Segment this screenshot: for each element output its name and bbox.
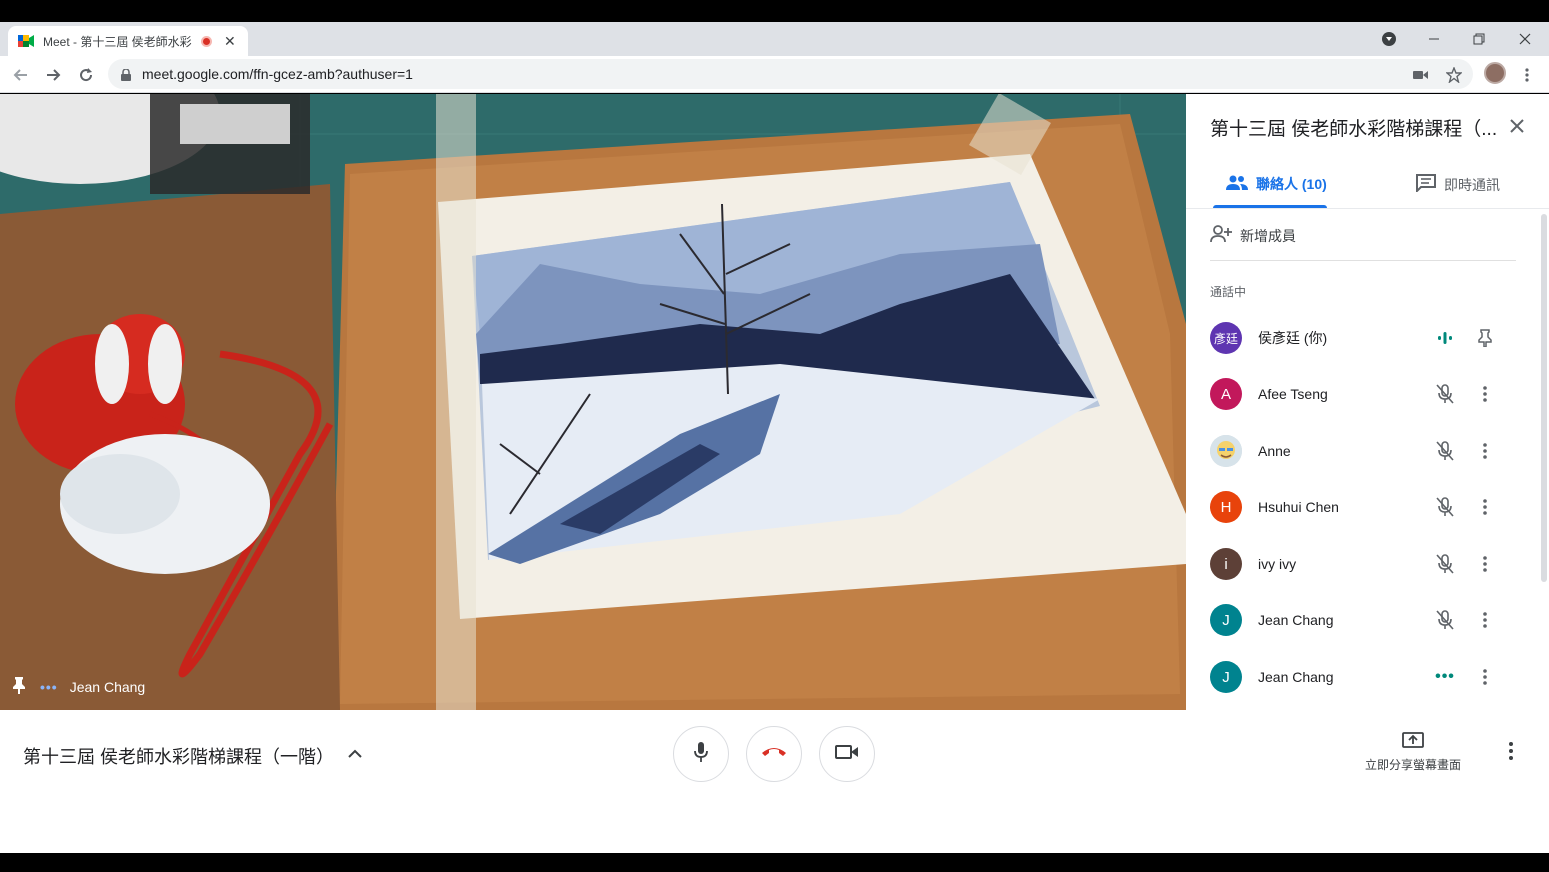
mic-off-icon [1430, 497, 1460, 517]
more-options-icon[interactable] [1460, 612, 1510, 628]
avatar: i [1210, 548, 1242, 580]
back-icon[interactable] [10, 64, 32, 86]
participant-row[interactable]: H Hsuhui Chen [1210, 487, 1520, 527]
avatar: J [1210, 661, 1242, 693]
more-options-icon[interactable] [1460, 443, 1510, 459]
more-options-icon[interactable] [1460, 669, 1510, 685]
camera-in-use-icon[interactable] [1410, 64, 1432, 86]
meeting-control-bar: 第十三屆 侯老師水彩階梯課程（一階） 立即分享螢幕畫面 [0, 710, 1549, 853]
add-person-icon [1210, 225, 1232, 246]
participants-panel: 第十三屆 侯老師水彩階梯課程（... 聯絡人 (10) 即時通訊 新增成員 通話… [1186, 94, 1549, 710]
participant-name: Anne [1258, 443, 1291, 459]
tab-divider [1186, 208, 1549, 209]
participant-row[interactable]: J Jean Chang ••• [1210, 657, 1520, 697]
browser-tabstrip: Meet - 第十三屆 侯老師水彩 ✕ [0, 22, 1549, 56]
speaker-name-tag: ••• Jean Chang [12, 676, 145, 697]
screen-top-border [0, 0, 1549, 22]
avatar: 彥廷 [1210, 322, 1242, 354]
leave-call-button[interactable] [746, 726, 802, 782]
divider [1210, 260, 1516, 261]
more-options-icon[interactable] [1509, 742, 1513, 765]
mic-off-icon [1430, 384, 1460, 404]
meet-favicon-icon [18, 34, 34, 48]
avatar: J [1210, 604, 1242, 636]
speaker-audio-dots-icon: ••• [40, 678, 58, 695]
forward-icon[interactable] [42, 64, 64, 86]
speaking-indicator-icon [1430, 331, 1460, 345]
speaker-name: Jean Chang [69, 678, 146, 695]
participant-name: Afee Tseng [1258, 386, 1328, 402]
browser-tab-meet[interactable]: Meet - 第十三屆 侯老師水彩 ✕ [8, 26, 248, 56]
close-window-icon[interactable] [1502, 22, 1548, 56]
main-video-feed[interactable] [0, 94, 1186, 710]
participant-row[interactable]: A Afee Tseng [1210, 374, 1520, 414]
tab-chat[interactable]: 即時通訊 [1416, 174, 1500, 195]
tab-title: Meet - 第十三屆 侯老師水彩 [43, 34, 192, 49]
hang-up-icon [761, 745, 787, 763]
participant-name: Jean Chang [1258, 669, 1334, 685]
present-now-button[interactable]: 立即分享螢幕畫面 [1358, 732, 1468, 773]
minimize-window-icon[interactable] [1411, 22, 1457, 56]
present-screen-icon [1358, 732, 1468, 753]
chevron-up-icon[interactable] [348, 746, 362, 764]
bookmark-star-icon[interactable] [1443, 64, 1465, 86]
more-options-icon[interactable] [1460, 556, 1510, 572]
participant-name: Hsuhui Chen [1258, 499, 1339, 515]
participant-name: Jean Chang [1258, 612, 1334, 628]
tab-chat-label: 即時通訊 [1444, 176, 1500, 193]
participant-name: 侯彥廷 (你) [1258, 330, 1328, 346]
video-frame-image [0, 94, 1186, 710]
screen-bottom-border [0, 853, 1549, 872]
participant-row[interactable]: 彥廷 侯彥廷 (你) [1210, 318, 1520, 358]
lock-icon [121, 68, 131, 86]
meeting-title[interactable]: 第十三屆 侯老師水彩階梯課程（一階） [23, 743, 334, 769]
microphone-icon [693, 741, 709, 768]
participant-row[interactable]: J Jean Chang [1210, 600, 1520, 640]
microphone-button[interactable] [673, 726, 729, 782]
avatar: A [1210, 378, 1242, 410]
panel-title: 第十三屆 侯老師水彩階梯課程（... [1210, 119, 1498, 140]
panel-scrollbar[interactable] [1541, 214, 1547, 582]
camera-button[interactable] [819, 726, 875, 782]
anne-photo-icon [1210, 435, 1242, 467]
tab-close-icon[interactable]: ✕ [224, 33, 236, 50]
participant-name: ivy ivy [1258, 556, 1297, 572]
participant-row[interactable]: i ivy ivy [1210, 544, 1520, 584]
url-text: meet.google.com/ffn-gcez-amb?authuser=1 [142, 66, 413, 82]
avatar [1210, 435, 1242, 467]
restore-window-icon[interactable] [1456, 22, 1502, 56]
tab-people[interactable]: 聯絡人 (10) [1226, 174, 1327, 194]
close-panel-icon[interactable] [1509, 114, 1525, 140]
media-control-icon[interactable] [1366, 22, 1412, 56]
more-options-icon[interactable] [1460, 386, 1510, 402]
in-call-section-label: 通話中 [1210, 285, 1247, 299]
mic-off-icon [1430, 610, 1460, 630]
add-member-label: 新增成員 [1240, 227, 1296, 244]
present-now-label: 立即分享螢幕畫面 [1364, 758, 1461, 772]
mic-off-icon [1430, 441, 1460, 461]
browser-toolbar: meet.google.com/ffn-gcez-amb?authuser=1 [0, 56, 1549, 93]
recording-indicator-icon [201, 35, 212, 47]
avatar: H [1210, 491, 1242, 523]
mic-off-icon [1430, 554, 1460, 574]
reload-icon[interactable] [75, 64, 97, 86]
address-bar[interactable]: meet.google.com/ffn-gcez-amb?authuser=1 [108, 59, 1473, 89]
pin-participant-icon[interactable] [1460, 329, 1510, 347]
pin-icon[interactable] [12, 676, 26, 697]
browser-menu-icon[interactable] [1516, 64, 1538, 86]
video-camera-icon [835, 744, 859, 765]
people-icon [1226, 175, 1248, 194]
add-member-button[interactable]: 新增成員 [1210, 225, 1296, 246]
participant-row[interactable]: Anne [1210, 431, 1520, 471]
audio-activity-dots-icon: ••• [1435, 668, 1455, 685]
tab-people-label: 聯絡人 (10) [1256, 176, 1327, 192]
profile-avatar[interactable] [1484, 62, 1506, 84]
chat-icon [1416, 174, 1436, 195]
more-options-icon[interactable] [1460, 499, 1510, 515]
